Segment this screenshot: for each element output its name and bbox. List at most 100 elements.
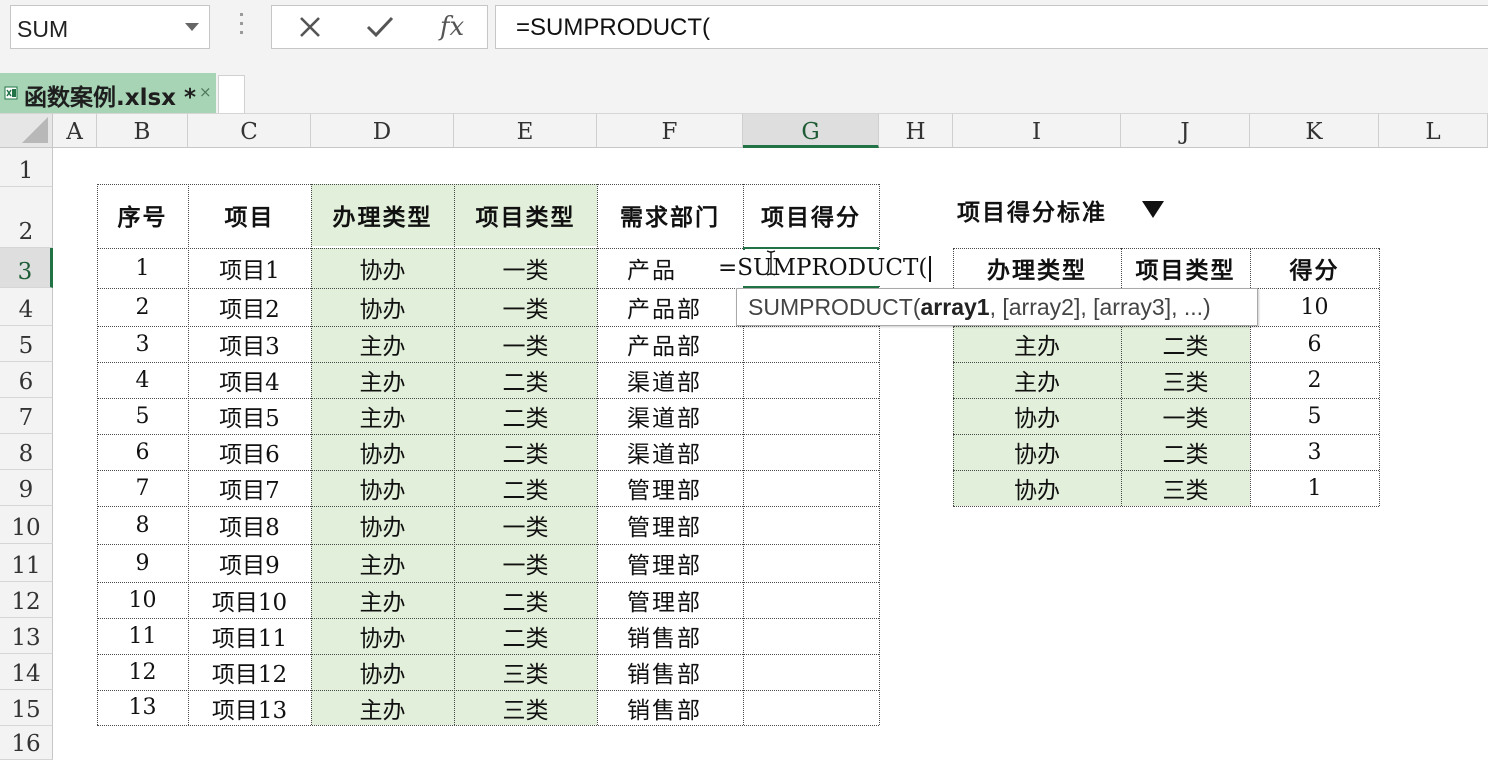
- column-header-c[interactable]: C: [188, 114, 311, 148]
- score-cell[interactable]: [743, 326, 879, 362]
- table-cell[interactable]: 一类: [454, 248, 597, 288]
- criteria-cell[interactable]: 三类: [1121, 362, 1250, 398]
- table-cell[interactable]: 主办: [311, 544, 454, 582]
- table-cell[interactable]: 管理部: [597, 544, 743, 582]
- criteria-header-1[interactable]: 项目类型: [1121, 248, 1250, 288]
- row-header-8[interactable]: 8: [0, 434, 53, 470]
- column-header-f[interactable]: F: [597, 114, 743, 148]
- table-cell[interactable]: 协办: [311, 248, 454, 288]
- table-cell[interactable]: 13: [97, 690, 188, 725]
- table-cell[interactable]: 主办: [311, 582, 454, 618]
- tooltip-current-arg[interactable]: array1: [921, 294, 990, 320]
- cell-edit-text[interactable]: =SUMPRODUCT(: [718, 250, 938, 286]
- table-header-1[interactable]: 项目: [188, 184, 311, 246]
- table-cell[interactable]: 9: [97, 544, 188, 582]
- table-cell[interactable]: 管理部: [597, 582, 743, 618]
- table-cell[interactable]: 主办: [311, 690, 454, 725]
- row-header-7[interactable]: 7: [0, 398, 53, 434]
- table-header-0[interactable]: 序号: [97, 184, 188, 246]
- table-cell[interactable]: 项目4: [188, 362, 311, 398]
- table-header-2[interactable]: 办理类型: [311, 184, 454, 246]
- table-cell[interactable]: 协办: [311, 434, 454, 470]
- criteria-cell[interactable]: 主办: [953, 326, 1121, 362]
- row-header-10[interactable]: 10: [0, 506, 53, 544]
- table-cell[interactable]: 一类: [454, 506, 597, 544]
- column-header-k[interactable]: K: [1250, 114, 1379, 148]
- close-tab-icon[interactable]: ×: [199, 83, 212, 101]
- table-cell[interactable]: 6: [97, 434, 188, 470]
- workbook-tab[interactable]: 函数案例.xlsx * ×: [0, 73, 216, 113]
- score-cell[interactable]: [743, 654, 879, 690]
- table-cell[interactable]: 协办: [311, 618, 454, 654]
- column-header-d[interactable]: D: [311, 114, 454, 148]
- column-header-a[interactable]: A: [53, 114, 97, 148]
- insert-function-button[interactable]: fx: [422, 6, 482, 48]
- row-header-2[interactable]: 2: [0, 187, 53, 248]
- table-cell[interactable]: 协办: [311, 654, 454, 690]
- table-cell[interactable]: 协办: [311, 470, 454, 506]
- table-cell[interactable]: 11: [97, 618, 188, 654]
- table-cell[interactable]: 2: [97, 288, 188, 326]
- table-cell[interactable]: 渠道部: [597, 434, 743, 470]
- table-cell[interactable]: 一类: [454, 326, 597, 362]
- row-header-4[interactable]: 4: [0, 288, 53, 326]
- table-cell[interactable]: 8: [97, 506, 188, 544]
- criteria-cell[interactable]: 协办: [953, 470, 1121, 506]
- table-cell[interactable]: 项目8: [188, 506, 311, 544]
- criteria-cell[interactable]: 协办: [953, 434, 1121, 470]
- table-cell[interactable]: 3: [97, 326, 188, 362]
- enter-button[interactable]: [350, 6, 410, 48]
- row-header-15[interactable]: 15: [0, 690, 53, 726]
- row-header-12[interactable]: 12: [0, 582, 53, 618]
- criteria-cell[interactable]: 3: [1250, 434, 1379, 470]
- table-header-4[interactable]: 需求部门: [597, 184, 743, 246]
- column-header-g[interactable]: G: [743, 114, 879, 148]
- tooltip-func[interactable]: SUMPRODUCT(: [748, 294, 921, 320]
- drag-handle-icon[interactable]: [240, 13, 244, 41]
- formula-input[interactable]: =SUMPRODUCT(: [495, 5, 1488, 49]
- table-cell[interactable]: 一类: [454, 544, 597, 582]
- table-cell[interactable]: 4: [97, 362, 188, 398]
- table-cell[interactable]: 渠道部: [597, 398, 743, 434]
- cancel-button[interactable]: [280, 6, 340, 48]
- table-cell[interactable]: 7: [97, 470, 188, 506]
- table-cell[interactable]: 二类: [454, 398, 597, 434]
- table-cell[interactable]: 管理部: [597, 470, 743, 506]
- column-header-h[interactable]: H: [879, 114, 953, 148]
- table-cell[interactable]: 10: [97, 582, 188, 618]
- score-cell[interactable]: [743, 362, 879, 398]
- criteria-cell[interactable]: 协办: [953, 398, 1121, 434]
- select-all-button[interactable]: [0, 114, 53, 148]
- criteria-cell[interactable]: 二类: [1121, 326, 1250, 362]
- column-header-l[interactable]: L: [1379, 114, 1488, 148]
- table-cell[interactable]: 渠道部: [597, 362, 743, 398]
- table-cell[interactable]: 销售部: [597, 618, 743, 654]
- table-cell[interactable]: 项目5: [188, 398, 311, 434]
- row-header-6[interactable]: 6: [0, 362, 53, 398]
- criteria-cell[interactable]: 1: [1250, 470, 1379, 506]
- chevron-down-icon[interactable]: [185, 23, 199, 31]
- table-cell[interactable]: 二类: [454, 362, 597, 398]
- score-cell[interactable]: [743, 618, 879, 654]
- score-cell[interactable]: [743, 470, 879, 506]
- column-header-i[interactable]: I: [953, 114, 1121, 148]
- criteria-cell[interactable]: 二类: [1121, 434, 1250, 470]
- table-cell[interactable]: 一类: [454, 288, 597, 326]
- score-cell[interactable]: [743, 398, 879, 434]
- table-cell[interactable]: 管理部: [597, 506, 743, 544]
- score-cell[interactable]: [743, 544, 879, 582]
- name-box[interactable]: SUM: [10, 5, 210, 49]
- row-header-16[interactable]: 16: [0, 726, 53, 760]
- table-cell[interactable]: 二类: [454, 434, 597, 470]
- table-cell[interactable]: 项目12: [188, 654, 311, 690]
- table-cell[interactable]: 12: [97, 654, 188, 690]
- new-workbook-tab[interactable]: [218, 75, 245, 113]
- row-header-1[interactable]: 1: [0, 148, 53, 187]
- row-header-3[interactable]: 3: [0, 248, 53, 288]
- table-header-5[interactable]: 项目得分: [743, 184, 879, 246]
- table-cell[interactable]: 5: [97, 398, 188, 434]
- table-cell[interactable]: 产品部: [597, 288, 743, 326]
- table-cell[interactable]: 主办: [311, 362, 454, 398]
- table-cell[interactable]: 主办: [311, 398, 454, 434]
- table-header-3[interactable]: 项目类型: [454, 184, 597, 246]
